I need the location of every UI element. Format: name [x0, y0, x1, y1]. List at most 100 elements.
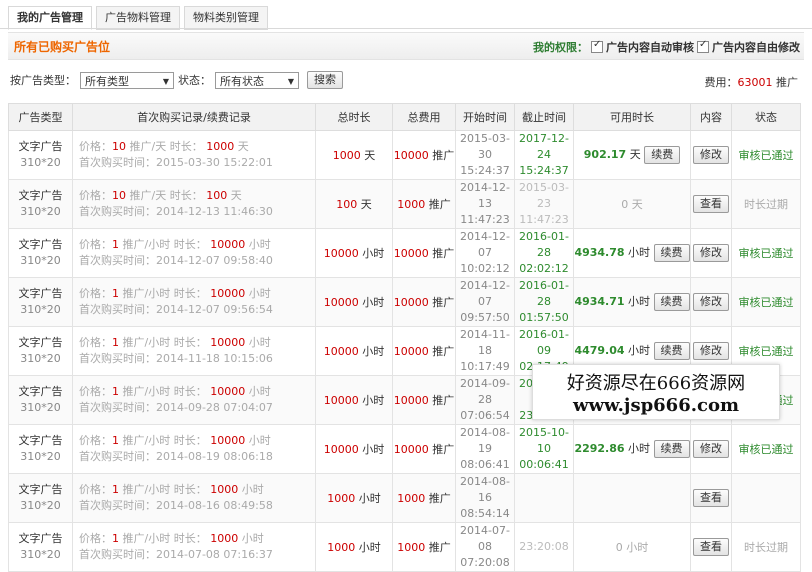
total-fee: 10000	[393, 296, 429, 309]
search-button[interactable]: 搜索	[307, 71, 343, 89]
total-duration-unit: 天	[360, 198, 372, 211]
column-header: 首次购买记录/续费记录	[72, 103, 316, 131]
total-duration-unit: 小时	[362, 443, 385, 456]
content-action-button[interactable]: 修改	[693, 293, 729, 311]
content-action-button[interactable]: 修改	[693, 440, 729, 458]
total-duration-unit: 小时	[362, 296, 385, 309]
table-row: 文字广告 310*20 价格：10 推广/天 时长： 100 天首次购买时间：201…	[8, 179, 801, 229]
status-text: 审核已通过	[738, 149, 794, 162]
price-unit: 推广/小时 时长：	[122, 434, 207, 447]
remaining-cell: 4934.71 小时 续费	[573, 277, 691, 327]
status-text: 时长过期	[744, 541, 788, 554]
ad-type-cell: 文字广告 310*20	[8, 522, 73, 572]
type-select[interactable]: 所有类型 ▼	[80, 71, 174, 89]
first-purchase-time: 首次购买时间：2014-07-08 07:16:37	[79, 548, 273, 561]
end-time-cell: 23:20:08	[514, 522, 574, 572]
renew-button[interactable]: 续费	[644, 146, 681, 164]
end-date: 2016-01-09	[519, 328, 569, 357]
content-action-button[interactable]: 修改	[693, 244, 729, 262]
tab-ad-materials[interactable]: 广告物料管理	[96, 6, 180, 30]
price-value: 10	[112, 140, 126, 153]
table-row: 文字广告 310*20 价格：1 推广/小时 时长： 10000 小时 首次购买时间：…	[8, 424, 801, 474]
total-duration-cell: 10000 小时	[315, 375, 393, 425]
total-duration: 10000	[323, 394, 359, 407]
start-time: 10:17:49	[460, 360, 510, 373]
start-time: 08:06:41	[460, 458, 510, 471]
total-duration: 10000	[323, 443, 359, 456]
duration-unit: 小时	[241, 532, 264, 545]
free-edit-checkbox[interactable]	[697, 39, 709, 53]
price-label: 价格：	[79, 434, 112, 447]
total-duration: 10000	[323, 247, 359, 260]
renew-button[interactable]: 续费	[653, 293, 690, 311]
status-text: 时长过期	[744, 198, 788, 211]
total-duration-cell: 1000 天	[315, 130, 393, 180]
content-action-button[interactable]: 查看	[693, 538, 729, 556]
purchase-record-cell: 价格：1 推广/小时 时长： 1000 小时 首次购买时间：2014-07-08 …	[72, 522, 316, 572]
start-time-cell: 2014-08-16 08:54:14	[455, 473, 515, 523]
remaining-value: 4934.78	[574, 246, 625, 259]
total-fee: 1000	[397, 492, 426, 505]
table-row: 文字广告 310*20 价格：1 推广/小时 时长： 1000 小时 首次购买时间：2…	[8, 522, 801, 572]
content-cell: 查看	[690, 473, 732, 523]
start-time-cell: 2014-12-07 09:57:50	[455, 277, 515, 327]
purchase-record-cell: 价格：1 推广/小时 时长： 10000 小时 首次购买时间：2014-11-18…	[72, 326, 316, 376]
status-text: 审核已通过	[738, 296, 794, 309]
total-fee-cell: 10000 推广	[392, 326, 456, 376]
ad-type-cell: 文字广告 310*20	[8, 277, 73, 327]
start-time: 09:57:50	[460, 311, 510, 324]
remaining-cell: 0 天	[573, 179, 691, 229]
top-tabs: 我的广告管理 广告物料管理 物料类别管理	[8, 6, 272, 30]
tabs-divider	[0, 28, 812, 29]
remaining-unit: 天	[629, 148, 641, 161]
status-select[interactable]: 所有状态 ▼	[215, 71, 299, 89]
content-action-button[interactable]: 查看	[693, 195, 729, 213]
remaining-cell: 2292.86 小时 续费	[573, 424, 691, 474]
content-action-button[interactable]: 修改	[693, 146, 729, 164]
start-time-cell: 2014-07-08 07:20:08	[455, 522, 515, 572]
total-fee-cell: 10000 推广	[392, 375, 456, 425]
start-time: 11:47:23	[460, 213, 510, 226]
auto-review-checkbox[interactable]	[591, 39, 603, 53]
content-cell: 查看	[690, 179, 732, 229]
total-duration-unit: 天	[364, 149, 376, 162]
content-action-button[interactable]: 查看	[693, 489, 729, 507]
first-purchase-time: 首次购买时间：2014-09-28 07:04:07	[79, 401, 273, 414]
ad-type: 文字广告	[18, 287, 63, 300]
auto-review-label: 广告内容自动审核	[606, 41, 694, 54]
purchase-record-cell: 价格：1 推广/小时 时长： 1000 小时 首次购买时间：2014-08-16 …	[72, 473, 316, 523]
ad-type-cell: 文字广告 310*20	[8, 473, 73, 523]
total-duration-unit: 小时	[358, 492, 381, 505]
price-label: 价格：	[79, 189, 112, 202]
total-fee-unit: 推广	[428, 541, 451, 554]
tab-my-ads[interactable]: 我的广告管理	[8, 6, 92, 30]
remaining-value: 4934.71	[574, 295, 625, 308]
price-value: 1	[112, 434, 119, 447]
remaining-value: 902.17	[583, 148, 627, 161]
renew-button[interactable]: 续费	[653, 342, 690, 360]
price-unit: 推广/小时 时长：	[122, 483, 207, 496]
end-date: 2017-12-24	[519, 132, 569, 161]
total-fee: 10000	[393, 443, 429, 456]
price-unit: 推广/小时 时长：	[122, 385, 207, 398]
duration-unit: 天	[237, 140, 249, 153]
status-text: 审核已通过	[738, 247, 794, 260]
total-duration-cell: 10000 小时	[315, 277, 393, 327]
start-time: 15:24:37	[460, 164, 510, 177]
renew-button[interactable]: 续费	[653, 440, 690, 458]
permissions-label: 我的权限：	[533, 41, 588, 54]
table-row: 文字广告 310*20 价格：1 推广/小时 时长： 1000 小时 首次购买时间：2…	[8, 473, 801, 523]
content-action-button[interactable]: 修改	[693, 342, 729, 360]
tab-material-categories[interactable]: 物料类别管理	[184, 6, 268, 30]
total-duration-cell: 10000 小时	[315, 424, 393, 474]
duration-value: 10000	[210, 385, 246, 398]
price-value: 1	[112, 532, 119, 545]
end-time: 02:02:12	[519, 262, 569, 275]
end-time: 00:06:41	[519, 458, 569, 471]
price-value: 1	[112, 238, 119, 251]
remaining-cell: 4934.78 小时 续费	[573, 228, 691, 278]
renew-button[interactable]: 续费	[653, 244, 690, 262]
ad-type: 文字广告	[18, 238, 63, 251]
remaining-cell	[573, 473, 691, 523]
price-unit: 推广/天 时长：	[129, 140, 203, 153]
